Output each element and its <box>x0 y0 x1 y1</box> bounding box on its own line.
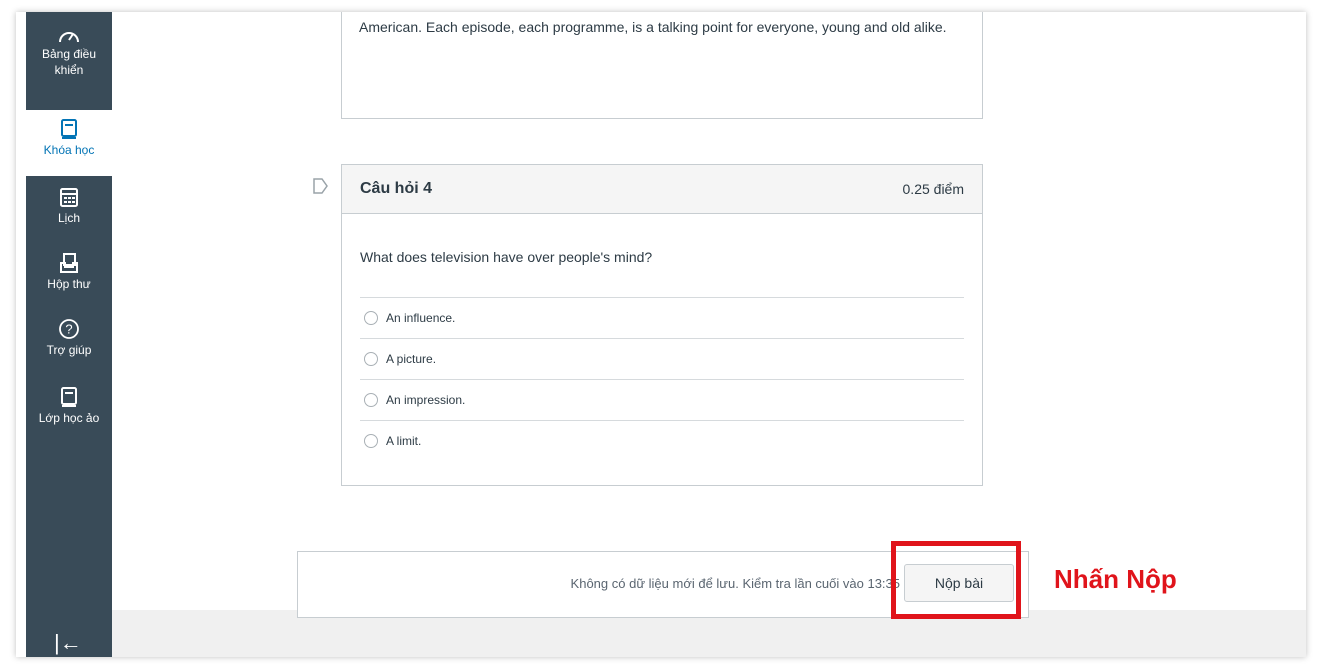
app-window: Bảng điều khiển Khóa học Lịch Hộp thư ? … <box>16 12 1306 657</box>
sidebar-item-label: Lịch <box>57 211 80 225</box>
svg-text:?: ? <box>65 322 72 337</box>
sidebar-item-label: Bảng điều khiển <box>41 47 97 77</box>
sidebar-item-help[interactable]: ? Trợ giúp <box>26 318 112 358</box>
annotation-label: Nhấn Nộp <box>1054 564 1177 594</box>
inbox-icon <box>60 253 78 273</box>
answer-option[interactable]: A limit. <box>360 420 964 461</box>
question-text: What does television have over people's … <box>360 249 653 265</box>
answer-label: An impression. <box>386 393 466 407</box>
answer-option[interactable]: A picture. <box>360 338 964 379</box>
help-icon: ? <box>59 319 79 339</box>
radio-button[interactable] <box>364 434 378 448</box>
sidebar-item-dashboard[interactable]: Bảng điều khiển <box>26 26 112 78</box>
radio-button[interactable] <box>364 352 378 366</box>
question-title: Câu hỏi 4 <box>360 180 433 197</box>
answer-label: A limit. <box>386 434 422 448</box>
sidebar-item-label: Lớp học ảo <box>38 411 100 425</box>
sidebar-item-label: Trợ giúp <box>46 343 92 357</box>
answer-list: An influence. A picture. An impression. … <box>360 297 964 461</box>
radio-button[interactable] <box>364 393 378 407</box>
sidebar-item-calendar[interactable]: Lịch <box>26 186 112 226</box>
answer-label: A picture. <box>386 352 437 366</box>
annotation-highlight-box <box>891 541 1021 619</box>
calendar-icon <box>60 188 78 207</box>
question-points: 0.25 điểm <box>902 181 964 197</box>
answer-option[interactable]: An impression. <box>360 379 964 420</box>
question-card: Câu hỏi 4 0.25 điểm What does television… <box>341 164 983 486</box>
virtual-class-icon <box>61 387 77 407</box>
answer-label: An influence. <box>386 311 456 325</box>
sidebar-item-label: Hộp thư <box>47 277 91 291</box>
answer-option[interactable]: An influence. <box>360 297 964 338</box>
sidebar-item-inbox[interactable]: Hộp thư <box>26 252 112 292</box>
courses-icon <box>61 119 77 139</box>
autosave-status: Không có dữ liệu mới để lưu. Kiểm tra lầ… <box>570 576 900 591</box>
dashboard-icon <box>59 32 79 43</box>
question-header: Câu hỏi 4 0.25 điểm <box>342 165 982 214</box>
collapse-icon[interactable]: |← <box>54 630 82 656</box>
sidebar-item-label: Khóa học <box>43 143 95 157</box>
sidebar-item-virtual-class[interactable]: Lớp học ảo <box>26 386 112 426</box>
radio-button[interactable] <box>364 311 378 325</box>
previous-question-card: American. Each episode, each programme, … <box>341 12 983 119</box>
global-nav-sidebar: Bảng điều khiển Khóa học Lịch Hộp thư ? … <box>26 12 112 657</box>
sidebar-item-courses[interactable]: Khóa học <box>26 110 112 176</box>
bookmark-flag-icon[interactable] <box>313 177 329 195</box>
reading-passage: American. Each episode, each programme, … <box>359 19 947 35</box>
